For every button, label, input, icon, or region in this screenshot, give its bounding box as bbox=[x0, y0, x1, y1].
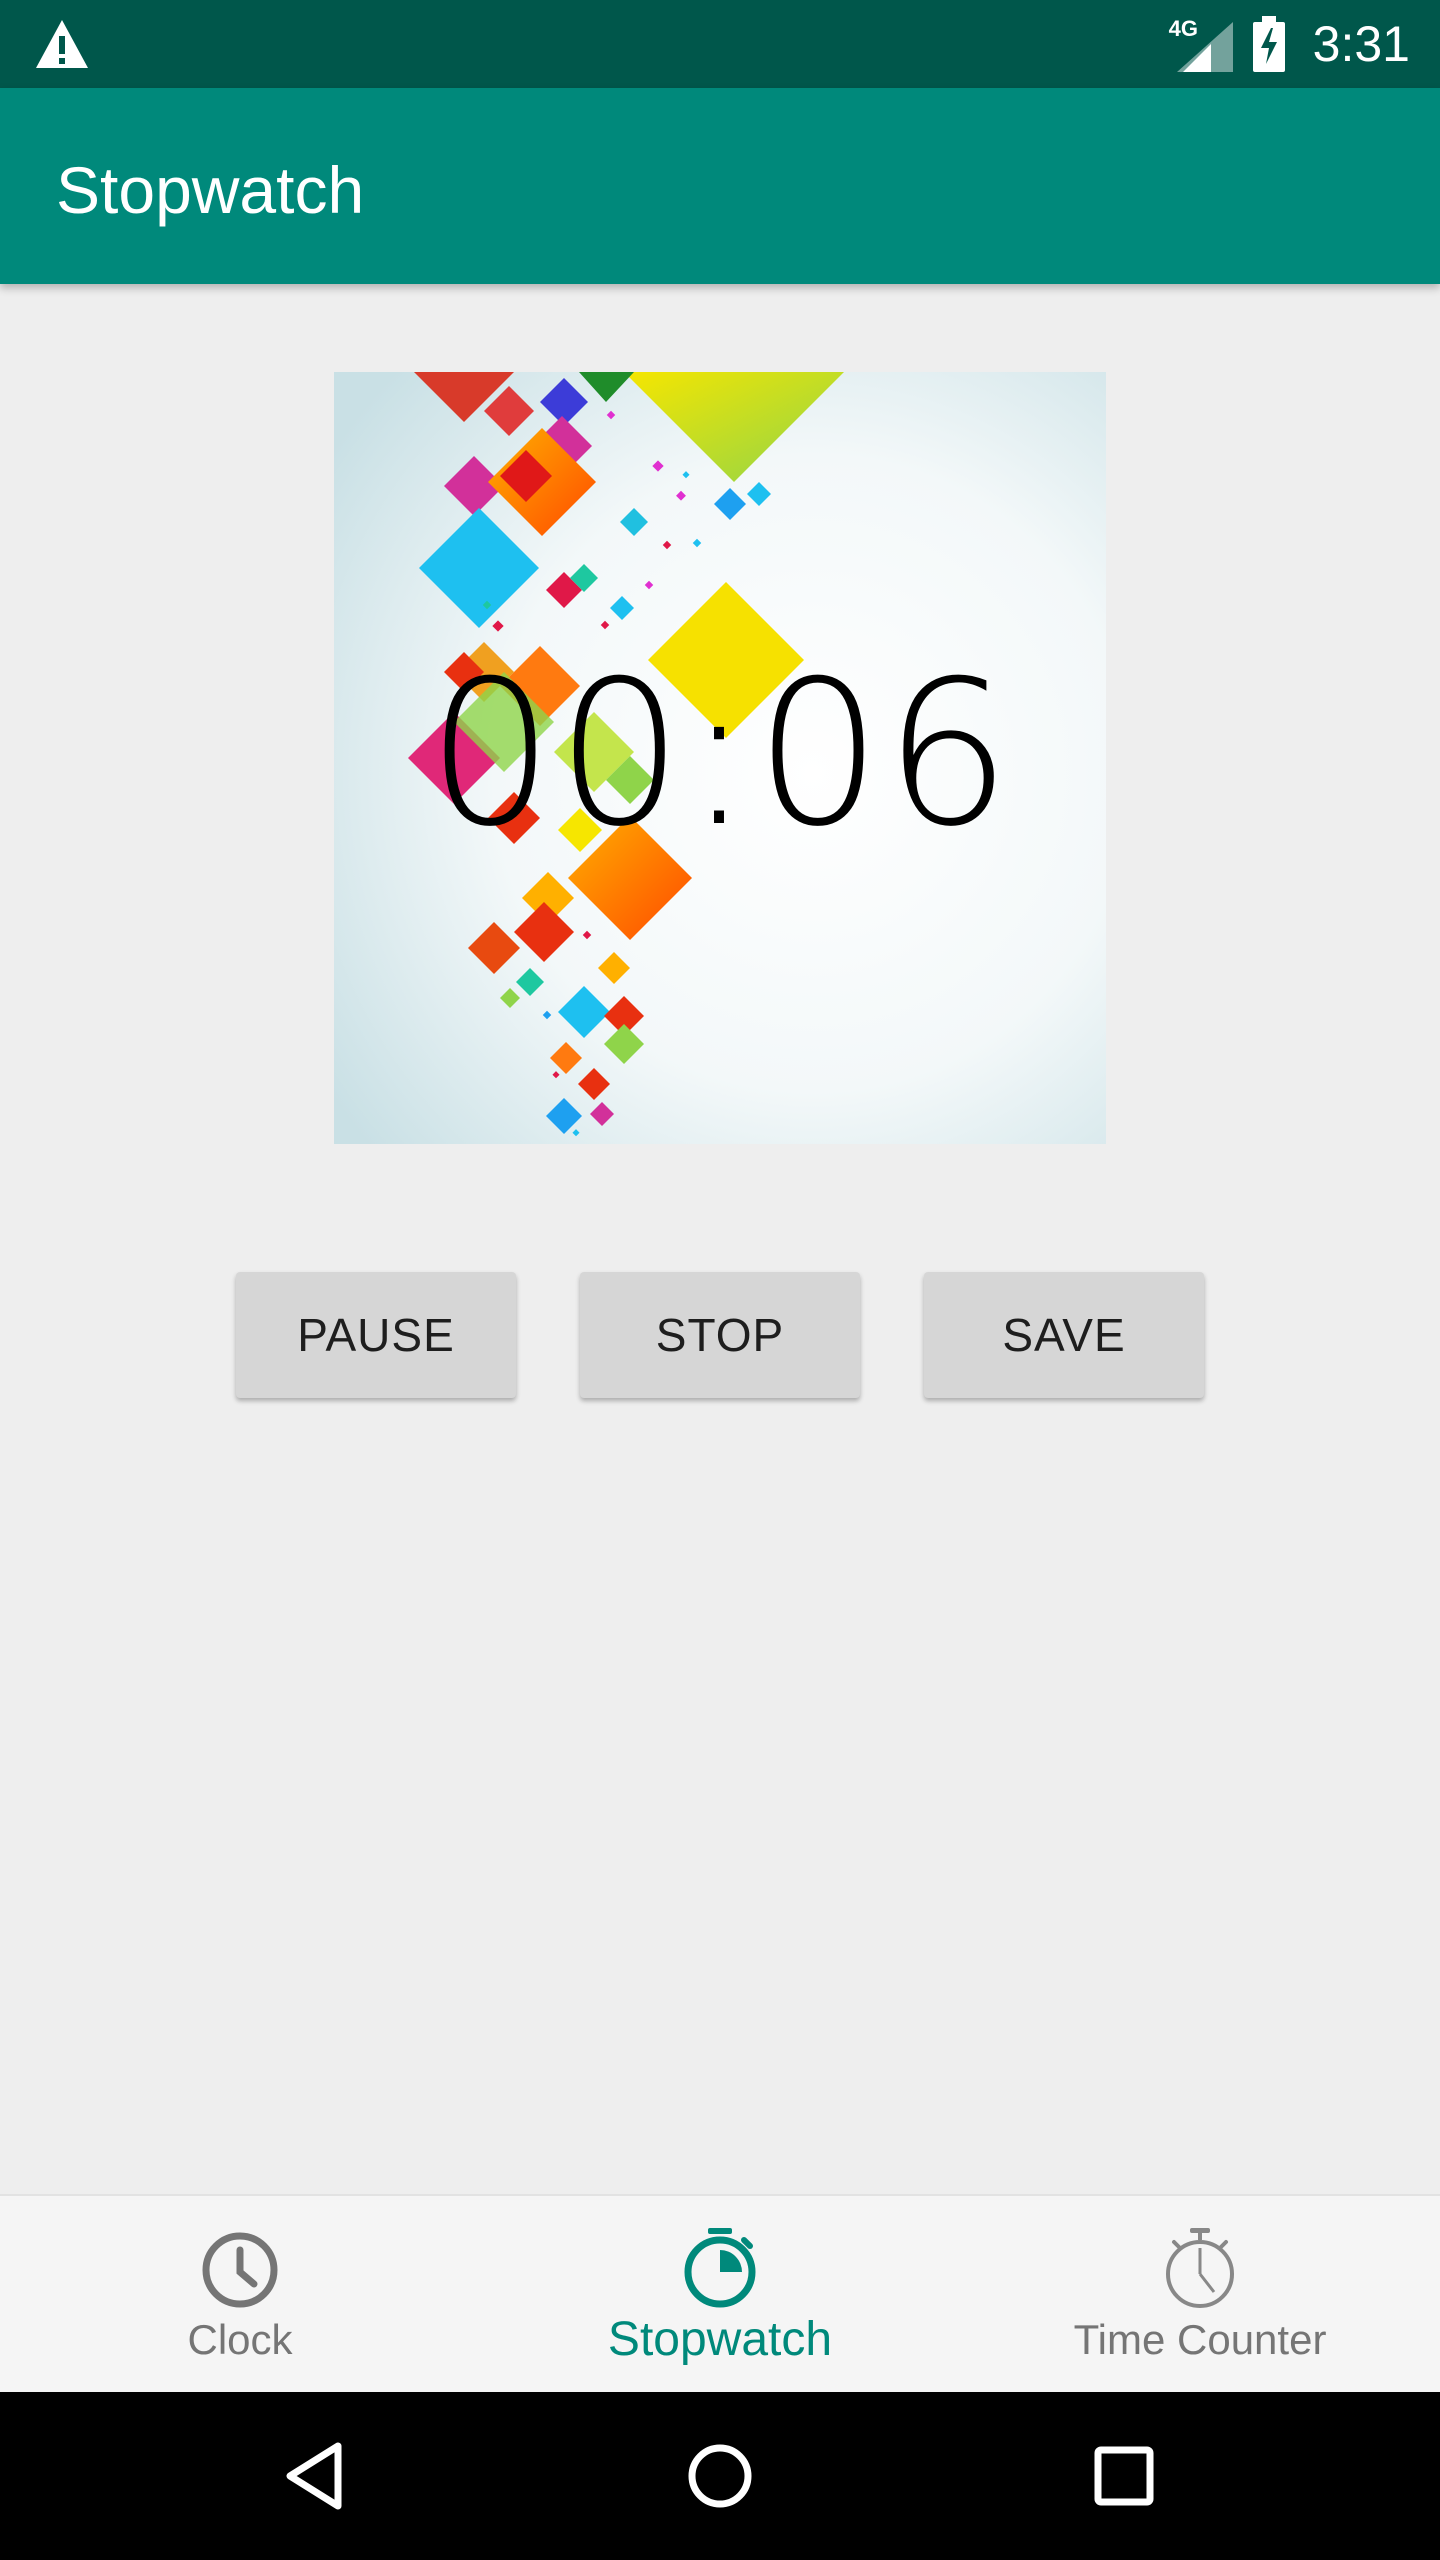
signal-icon: 4G bbox=[1169, 16, 1233, 72]
control-buttons: PAUSE STOP SAVE bbox=[0, 1272, 1440, 1400]
nav-item-stopwatch[interactable]: Stopwatch bbox=[520, 2196, 920, 2394]
warning-icon bbox=[36, 20, 88, 68]
nav-label-time-counter: Time Counter bbox=[1073, 2316, 1327, 2363]
nav-label-clock: Clock bbox=[187, 2316, 293, 2363]
page-title: Stopwatch bbox=[56, 153, 365, 227]
elapsed-time: 00:06 bbox=[426, 637, 1014, 871]
save-button[interactable]: SAVE bbox=[924, 1272, 1204, 1398]
stopwatch-icon bbox=[684, 2228, 756, 2308]
timer-icon bbox=[1166, 2228, 1234, 2308]
back-icon[interactable] bbox=[276, 2436, 356, 2516]
status-bar: 4G 3:31 bbox=[0, 0, 1440, 88]
nav-label-stopwatch: Stopwatch bbox=[607, 2313, 833, 2366]
home-icon[interactable] bbox=[680, 2436, 760, 2516]
status-time: 3:31 bbox=[1312, 16, 1410, 72]
clock-icon bbox=[202, 2232, 278, 2308]
stop-button[interactable]: STOP bbox=[580, 1272, 860, 1398]
recents-icon[interactable] bbox=[1084, 2436, 1164, 2516]
nav-item-time-counter[interactable]: Time Counter bbox=[1000, 2196, 1400, 2394]
pause-button[interactable]: PAUSE bbox=[236, 1272, 516, 1398]
battery-charging-icon bbox=[1252, 16, 1285, 72]
app-bar: Stopwatch bbox=[0, 88, 1440, 284]
bottom-navigation: Clock Stopwatch Time Counter bbox=[0, 2194, 1440, 2392]
stopwatch-display: 00:06 bbox=[334, 372, 1106, 1144]
system-navigation-bar bbox=[0, 2392, 1440, 2560]
nav-item-clock[interactable]: Clock bbox=[40, 2196, 440, 2394]
